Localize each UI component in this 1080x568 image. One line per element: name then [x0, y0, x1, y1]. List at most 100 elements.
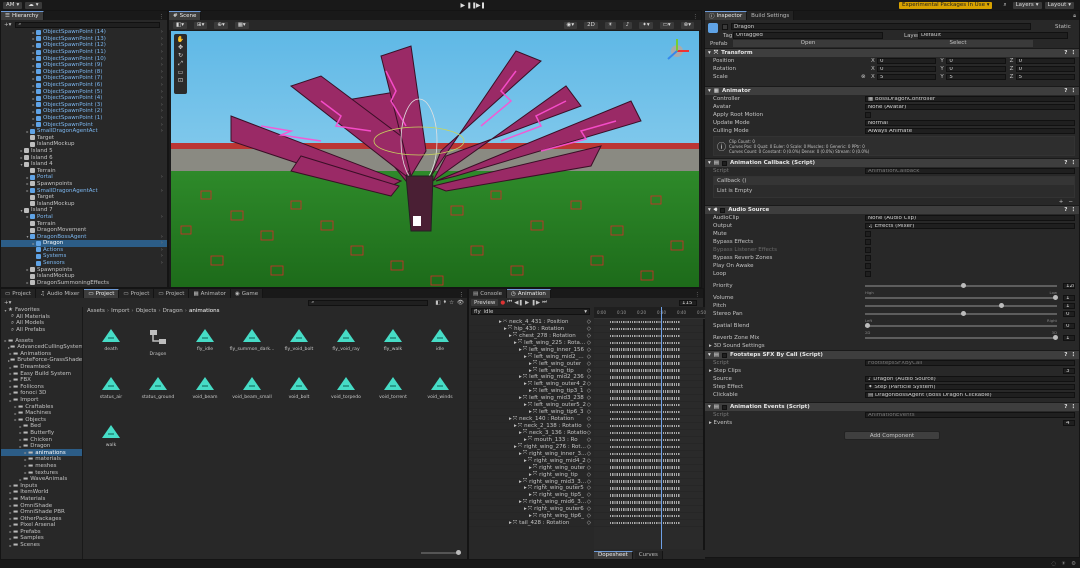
animation-property-row[interactable]: ▸ ⤧ right_wing_outer ◇	[469, 464, 594, 472]
dopesheet-tab[interactable]: Dopesheet	[594, 550, 633, 559]
spatial-blend-slider[interactable]	[865, 323, 1057, 329]
folder-item[interactable]: ▸ ▬ Materials	[1, 496, 82, 503]
hierarchy-item[interactable]: ▸ ObjectSpawnPoint (10) ›	[1, 55, 167, 62]
hierarchy-item[interactable]: ▸ Island 6	[1, 154, 167, 161]
tag-dropdown[interactable]: Untagged	[733, 32, 883, 39]
tab-hierarchy[interactable]: ☰ Hierarchy	[1, 11, 44, 20]
chevron-right-icon[interactable]: ›	[161, 62, 163, 68]
clip-dropdown[interactable]: fly_idle ▾	[471, 308, 590, 315]
folder-item[interactable]: ▸ ▬ Easy Build System	[1, 370, 82, 377]
step-effect-field[interactable]: ✦ Step (Particle System)	[865, 383, 1075, 391]
keyframe-button-icon[interactable]: ◇	[587, 354, 591, 360]
chevron-right-icon[interactable]: ›	[161, 36, 163, 42]
hierarchy-item[interactable]: Sensors ›	[1, 260, 167, 267]
chevron-right-icon[interactable]: ›	[161, 115, 163, 121]
animation-property-row[interactable]: ▸ ⤧ right_wing_tip5_ ◇	[469, 492, 594, 500]
chevron-right-icon[interactable]: ▸	[514, 340, 517, 346]
folder-item[interactable]: ▸ ▬ textures	[1, 469, 82, 476]
slider-knob[interactable]	[961, 311, 966, 317]
animation-property-row[interactable]: ▸ ⤧ tail_428 : Rotation ◇	[469, 520, 594, 528]
hierarchy-item[interactable]: ▸ ObjectSpawnPoint (7) ›	[1, 75, 167, 82]
gizmo-mode-dropdown[interactable]: ⊞▾	[193, 21, 208, 29]
chevron-right-icon[interactable]: ▸	[524, 458, 527, 464]
audio-toggle[interactable]: ♪	[622, 21, 633, 29]
help-icon[interactable]: ?	[1064, 88, 1067, 94]
animation-property-row[interactable]: ▸ ⤧ left_wing_tip3_1 ◇	[469, 388, 594, 396]
asset-tile[interactable]: fly_void_bolt	[281, 329, 317, 352]
folder-item[interactable]: ▸ ▬ OmniShade PBR	[1, 509, 82, 516]
animation-property-row[interactable]: ▸ ⤧ left_wing_mid2_186 ◇	[469, 353, 594, 361]
next-key-icon[interactable]: ❚▶	[531, 300, 540, 306]
position-z-field[interactable]: 0	[1015, 57, 1075, 65]
folder-item[interactable]: ▸ ▬ Pixel Arsenal	[1, 522, 82, 529]
enabled-checkbox[interactable]	[721, 160, 727, 166]
prev-key-icon[interactable]: ◀❚	[514, 300, 523, 306]
keyframe-button-icon[interactable]: ◇	[587, 465, 591, 471]
tab-game[interactable]: ◉ Game	[230, 289, 264, 298]
clickable-field[interactable]: ▤ DragonBossAgent (Boss Dragon Clickable…	[865, 391, 1075, 399]
hierarchy-item[interactable]: ▸ SmallDragonAgentAct ›	[1, 128, 167, 135]
hierarchy-item[interactable]: ▸ ObjectSpawnPoint (2) ›	[1, 108, 167, 115]
settings-icon[interactable]: ⋮	[1071, 88, 1077, 94]
scale-tool-icon[interactable]: ⤢	[178, 60, 183, 68]
chevron-right-icon[interactable]: ▸	[509, 416, 512, 422]
camera-dropdown[interactable]: ▭▾	[659, 21, 674, 29]
hidden-packages-icon[interactable]: 👁︎	[457, 300, 464, 306]
chevron-right-icon[interactable]: ▸	[519, 451, 522, 457]
keyframe-button-icon[interactable]: ◇	[587, 395, 591, 401]
timeline-ruler[interactable]: 0:000:100:200:300:400:50	[594, 307, 706, 319]
shading-button[interactable]: ◉▾	[563, 21, 578, 29]
dopesheet-keyframes[interactable]	[594, 319, 703, 549]
preview-toggle[interactable]: Preview	[471, 299, 499, 306]
source-field[interactable]: ♪ Dragon (Audio Source)	[865, 375, 1075, 383]
rotation-z-field[interactable]: 0	[1015, 65, 1075, 73]
hierarchy-item[interactable]: Terrain	[1, 167, 167, 174]
layers-dropdown[interactable]: Layers ▾	[1012, 1, 1042, 9]
chevron-right-icon[interactable]: ›	[161, 29, 163, 35]
folder-item[interactable]: ▸ ▬ Import	[1, 397, 82, 404]
chevron-right-icon[interactable]: ›	[161, 102, 163, 108]
chevron-right-icon[interactable]: ▸	[519, 479, 522, 485]
folder-item[interactable]: ▸ ▬ fonoci 3D	[1, 390, 82, 397]
chevron-right-icon[interactable]: ▸	[519, 499, 522, 505]
tab-build-settings[interactable]: Build Settings	[747, 11, 795, 20]
draw-mode-dropdown[interactable]: ◧▾	[173, 21, 187, 29]
rotation-y-field[interactable]: 0	[946, 65, 1006, 73]
breadcrumb-item[interactable]: Objects	[136, 308, 157, 314]
folder-item[interactable]: ▸ ▬ Scenes	[1, 542, 82, 549]
active-checkbox[interactable]	[722, 24, 728, 30]
animation-callback-header[interactable]: ▾ ▤ Animation Callback (Script)? ⋮	[705, 158, 1079, 167]
step-clips-count[interactable]: 3	[1063, 367, 1075, 375]
chevron-right-icon[interactable]: ▸	[524, 354, 527, 360]
account-dropdown[interactable]: AM ▾	[3, 1, 23, 9]
playhead[interactable]	[660, 307, 662, 549]
slider-knob[interactable]	[865, 323, 870, 329]
audioclip-field[interactable]: None (Audio Clip)	[865, 214, 1075, 222]
volume-slider[interactable]	[865, 295, 1058, 301]
chevron-right-icon[interactable]: ›	[161, 128, 163, 134]
asset-tile[interactable]: void_bolt	[281, 377, 317, 400]
more-icon[interactable]: ⋮	[695, 292, 701, 298]
chevron-right-icon[interactable]: ▸	[529, 361, 532, 367]
asset-tile[interactable]: void_beam	[187, 377, 223, 400]
add-item-button[interactable]: +	[1059, 199, 1064, 205]
keyframe-button-icon[interactable]: ◇	[587, 423, 591, 429]
tab-inspector[interactable]: ⓘ Inspector	[705, 11, 748, 20]
asset-tile[interactable]: Dragon	[140, 329, 176, 357]
folder-item[interactable]: ▸ ▬ Objects	[1, 417, 82, 424]
step-clips-foldout[interactable]: ▸ Step Clips 3	[705, 367, 1079, 375]
chevron-right-icon[interactable]: ›	[161, 69, 163, 75]
3d-sound-settings-foldout[interactable]: ▸ 3D Sound Settings	[705, 342, 1079, 350]
checkbox[interactable]	[865, 271, 871, 277]
asset-tile[interactable]: fly_summon_dark...	[230, 329, 274, 352]
asset-tile[interactable]: status_air	[93, 377, 129, 400]
search-button[interactable]: ⌕	[1000, 2, 1009, 9]
keyframe-button-icon[interactable]: ◇	[587, 506, 591, 512]
stereo-pan-field[interactable]: 0	[1063, 310, 1075, 318]
chevron-right-icon[interactable]: ▸	[499, 319, 502, 325]
curves-tab[interactable]: Curves	[634, 550, 663, 559]
folder-item[interactable]: ▸ ▬ BruteForce-GrassShader	[1, 357, 82, 364]
asset-tile[interactable]: void_winds	[422, 377, 458, 400]
checkbox[interactable]	[865, 247, 871, 253]
checkbox[interactable]	[865, 255, 871, 261]
